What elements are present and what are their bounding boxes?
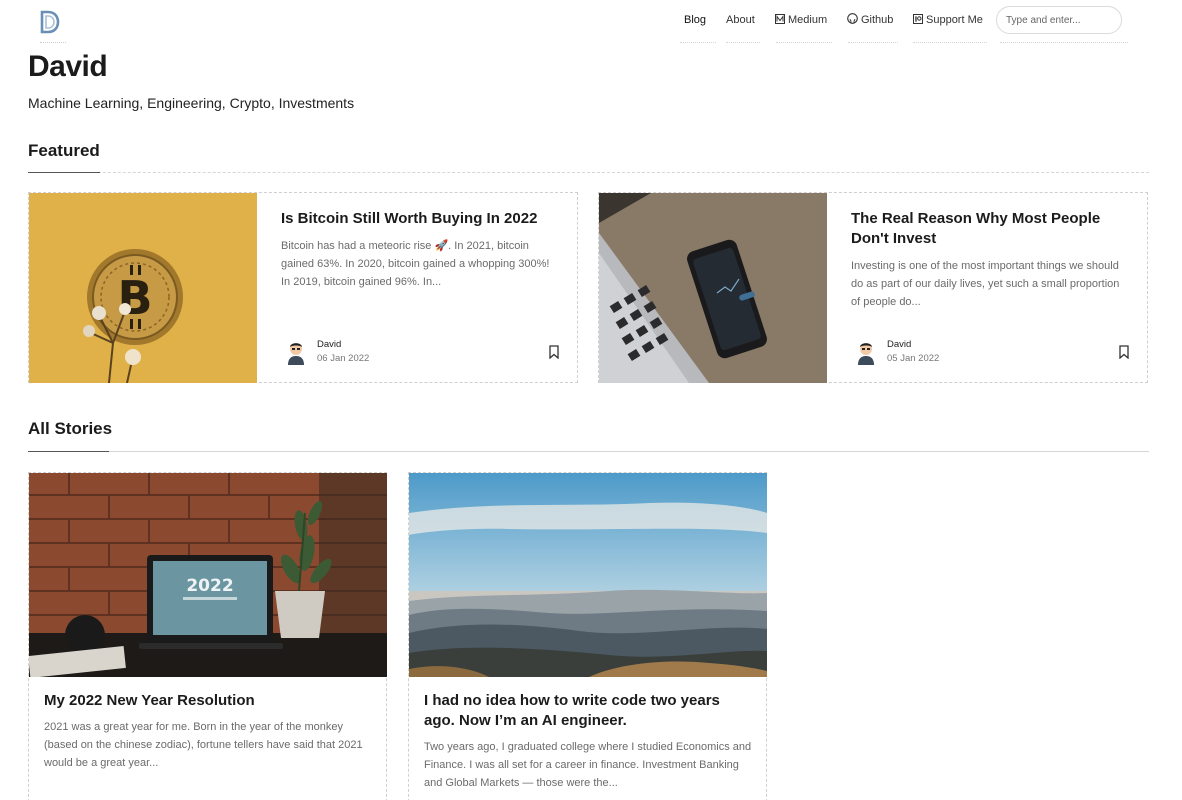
mountain-landscape-image: [409, 473, 767, 677]
featured-card-body: The Real Reason Why Most People Don't In…: [851, 209, 1131, 311]
site-title: David: [28, 50, 108, 83]
post-title[interactable]: Is Bitcoin Still Worth Buying In 2022: [281, 209, 561, 229]
author-name[interactable]: David: [887, 339, 911, 350]
story-card[interactable]: 2022 My 2022 New Year Resolution 2021 wa…: [28, 472, 387, 800]
post-excerpt: Bitcoin has had a meteoric rise 🚀. In 20…: [281, 240, 550, 288]
bookmark-icon[interactable]: [1118, 345, 1130, 359]
post-date: 05 Jan 2022: [887, 353, 940, 364]
desk-2022-image: 2022: [29, 473, 387, 677]
patreon-icon: [913, 14, 923, 24]
nav-item-label: Github: [861, 14, 894, 26]
story-image-landscape[interactable]: [409, 473, 767, 677]
story-card-body: I had no idea how to write code two year…: [424, 691, 754, 792]
nav-item-label: Medium: [788, 14, 828, 26]
post-excerpt: Two years ago, I graduated college where…: [424, 741, 752, 789]
nav-divider: [776, 42, 832, 43]
nav-item-label: Support Me: [926, 14, 983, 26]
nav-divider: [913, 42, 987, 43]
bitcoin-image: B: [29, 193, 257, 383]
section-accent: [28, 172, 100, 173]
nav-divider: [1000, 42, 1128, 43]
post-title[interactable]: I had no idea how to write code two year…: [424, 691, 754, 731]
post-excerpt: 2021 was a great year for me. Born in th…: [44, 721, 363, 769]
story-card-body: My 2022 New Year Resolution 2021 was a g…: [44, 691, 374, 772]
featured-card[interactable]: B Is Bitcoin Still Worth Buying In 2022 …: [28, 192, 578, 383]
featured-card[interactable]: The Real Reason Why Most People Don't In…: [598, 192, 1148, 383]
nav-item-medium[interactable]: Medium: [775, 6, 827, 34]
story-image-desk[interactable]: 2022: [29, 473, 387, 677]
nav-divider: [726, 42, 760, 43]
search-input[interactable]: [996, 6, 1122, 34]
github-icon: [847, 13, 858, 24]
nav-divider: [848, 42, 898, 43]
featured-image-bitcoin[interactable]: B: [29, 193, 257, 383]
section-divider: [28, 451, 1149, 452]
story-card[interactable]: I had no idea how to write code two year…: [408, 472, 767, 800]
post-excerpt: Investing is one of the most important t…: [851, 260, 1120, 308]
post-date: 06 Jan 2022: [317, 353, 370, 364]
nav-item-about[interactable]: About: [726, 6, 755, 34]
bookmark-icon[interactable]: [548, 345, 560, 359]
nav-divider: [680, 42, 716, 43]
nav-item-blog[interactable]: Blog: [684, 6, 706, 34]
avatar: [288, 343, 304, 365]
nav-item-github[interactable]: Github: [847, 6, 893, 34]
medium-icon: [775, 14, 785, 24]
nav-item-support-me[interactable]: Support Me: [913, 6, 983, 34]
section-divider: [28, 172, 1149, 173]
avatar: [858, 343, 874, 365]
author-name[interactable]: David: [317, 339, 341, 350]
post-title[interactable]: My 2022 New Year Resolution: [44, 691, 374, 711]
section-title-all-stories: All Stories: [28, 419, 113, 438]
section-title-featured: Featured: [28, 141, 100, 160]
section-accent: [28, 451, 109, 452]
site-description: Machine Learning, Engineering, Crypto, I…: [28, 95, 355, 111]
featured-card-body: Is Bitcoin Still Worth Buying In 2022 Bi…: [281, 209, 561, 291]
laptop-phone-image: [599, 193, 827, 383]
featured-image-phone[interactable]: [599, 193, 827, 383]
image-text: 2022: [186, 576, 233, 596]
post-title[interactable]: The Real Reason Why Most People Don't In…: [851, 209, 1131, 249]
